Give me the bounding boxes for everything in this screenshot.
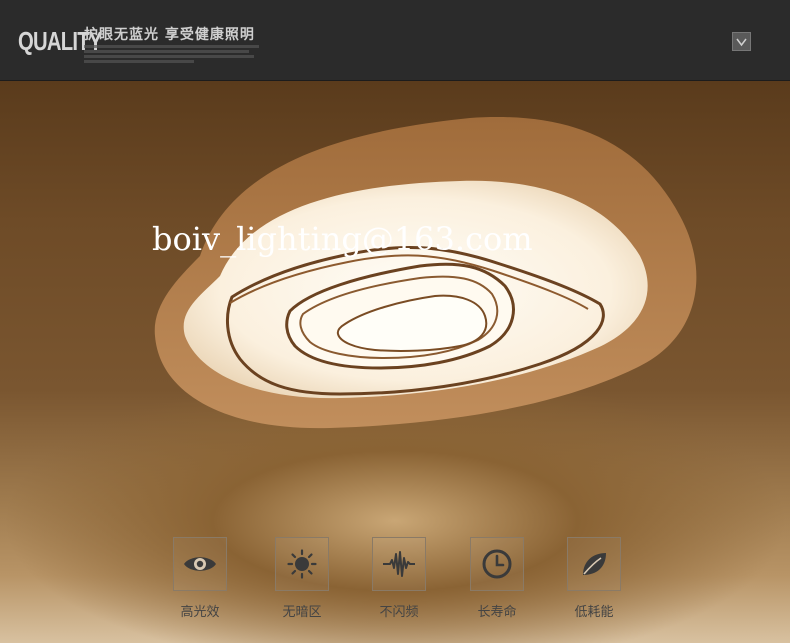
sun-icon xyxy=(275,537,329,591)
feature-item: 长寿命 xyxy=(457,537,537,620)
header-fineprint xyxy=(84,43,264,65)
eye-icon xyxy=(173,537,227,591)
chevron-down-icon[interactable] xyxy=(732,32,751,51)
feature-label: 不闪频 xyxy=(379,605,419,620)
feature-label: 无暗区 xyxy=(282,605,322,620)
feature-item: 无暗区 xyxy=(262,537,342,620)
contact-email: boiv_lighting@163.com xyxy=(152,220,533,258)
waveform-icon xyxy=(372,537,426,591)
product-banner-page: QUALITY 护眼无蓝光 享受健康照明 boiv_lighting@163.c… xyxy=(0,0,790,643)
feature-item: 低耗能 xyxy=(554,537,634,620)
feature-label: 低耗能 xyxy=(574,605,614,620)
header-bar: QUALITY 护眼无蓝光 享受健康照明 xyxy=(0,0,790,81)
feature-label: 长寿命 xyxy=(477,605,517,620)
feature-label: 高光效 xyxy=(180,605,220,620)
ceiling-lamp-image xyxy=(154,117,697,429)
feature-item: 高光效 xyxy=(160,537,240,620)
feature-list: 高光效 无暗区 不闪频 长寿命 低耗能 xyxy=(160,537,640,637)
header-headline: 护眼无蓝光 享受健康照明 xyxy=(84,27,255,43)
leaf-icon xyxy=(567,537,621,591)
feature-item: 不闪频 xyxy=(359,537,439,620)
clock-icon xyxy=(470,537,524,591)
